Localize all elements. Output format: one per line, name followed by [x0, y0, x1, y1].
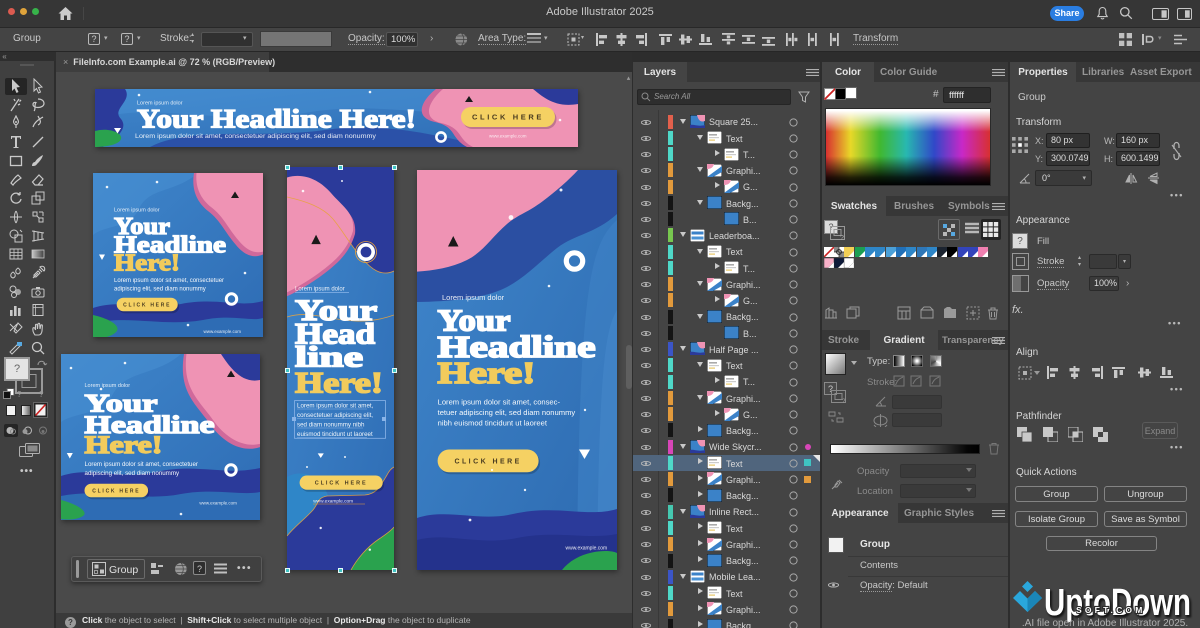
svg-text:www.example.com: www.example.com: [489, 134, 527, 139]
svg-text:Lorem ipsum dolor sit amet, co: Lorem ipsum dolor sit amet, consectetuer: [114, 278, 224, 284]
svg-text:Lorem ipsum dolor: Lorem ipsum dolor: [442, 293, 505, 302]
svg-text:sed diam nonummy nibh: sed diam nonummy nibh: [297, 422, 365, 429]
svg-text:Lorem ipsum dolor: Lorem ipsum dolor: [114, 208, 160, 214]
svg-text:Here!: Here!: [114, 251, 180, 277]
svg-text:Lorem ipsum dolor sit amet, co: Lorem ipsum dolor sit amet, consec-: [438, 398, 561, 407]
svg-text:consectetuer adipiscing elit,: consectetuer adipiscing elit,: [297, 412, 373, 419]
svg-text:www.example.com: www.example.com: [313, 499, 353, 505]
svg-text:CLICK HERE: CLICK HERE: [454, 458, 521, 465]
svg-text:www.example.com: www.example.com: [199, 501, 237, 506]
svg-text:Lorem ipsum dolor sit amet, co: Lorem ipsum dolor sit amet, consectetuer…: [135, 133, 377, 140]
svg-text:nibh euismod tincidunt ut laor: nibh euismod tincidunt ut laoreet: [438, 419, 548, 428]
svg-text:CLICK HERE: CLICK HERE: [123, 302, 171, 308]
svg-text:Your Headline Here!: Your Headline Here!: [137, 105, 416, 134]
svg-text:Lorem ipsum dolor: Lorem ipsum dolor: [295, 287, 345, 293]
svg-text:?: ?: [840, 235, 844, 241]
svg-text:Here!: Here!: [85, 432, 163, 459]
svg-text:Lorem ipsum dolor sit amet,: Lorem ipsum dolor sit amet,: [297, 403, 374, 410]
svg-text:Lorem ipsum dolor: Lorem ipsum dolor: [85, 383, 131, 389]
svg-text:adipiscing elit, sed diam nonu: adipiscing elit, sed diam nonummy: [114, 287, 206, 293]
svg-text:www.example.com: www.example.com: [204, 329, 242, 334]
svg-text:CLICK HERE: CLICK HERE: [315, 481, 368, 487]
svg-text:euismod tincidunt ut laoreet: euismod tincidunt ut laoreet: [297, 431, 373, 438]
svg-text:adipiscing elit, sed diam nonu: adipiscing elit, sed diam nonummy: [85, 470, 180, 477]
svg-text:tetuer adipiscing elit, sed di: tetuer adipiscing elit, sed diam nonummy: [438, 408, 576, 417]
svg-text:CLICK HERE: CLICK HERE: [472, 113, 544, 122]
svg-text:www.example.com: www.example.com: [566, 546, 608, 552]
svg-text:Here!: Here!: [438, 355, 536, 390]
svg-text:SOFT.COM: SOFT.COM: [1076, 605, 1146, 615]
svg-text:CLICK HERE: CLICK HERE: [92, 488, 140, 494]
svg-text:Here!: Here!: [295, 367, 383, 400]
svg-text:Lorem ipsum dolor sit amet, co: Lorem ipsum dolor sit amet, consectetuer: [85, 461, 199, 468]
